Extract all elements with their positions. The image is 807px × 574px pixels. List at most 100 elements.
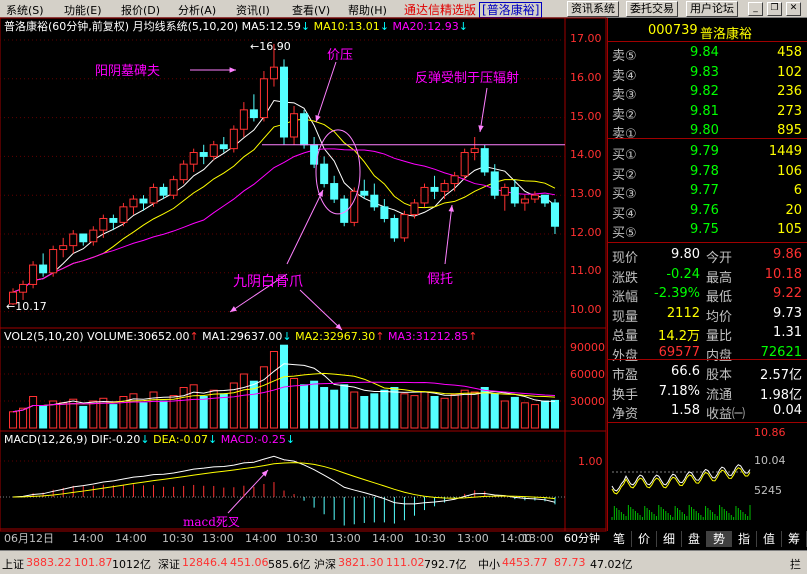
status-bar: 上证 3883.22 101.87 1012亿 深证 12846.4 451.0… (0, 550, 807, 574)
level-price: 9.83 (690, 64, 719, 80)
sz-index-change: 451.06 (230, 556, 269, 569)
volume-bar (139, 402, 148, 429)
stat-label: 现价 (612, 251, 639, 266)
price-tick: 15.00 (570, 110, 602, 123)
quote-tab[interactable]: 盘 (682, 531, 707, 547)
quote-tab[interactable]: 势 (707, 531, 732, 547)
level-price: 9.80 (690, 123, 719, 138)
bid-row[interactable]: 买② 9.78 106 (608, 162, 807, 183)
ask-row[interactable]: 卖③ 9.82 236 (608, 82, 807, 103)
volume-tick: 90000 (570, 341, 605, 354)
volume-bar (219, 393, 228, 429)
bid-row[interactable]: 买⑤ 9.75 105 (608, 220, 807, 241)
candle (330, 183, 339, 200)
candle (480, 148, 489, 173)
candle (370, 194, 379, 208)
stat-row: 净资 1.58 收益㈠ 0.04 (608, 401, 807, 422)
volume-bar (400, 393, 409, 429)
bid-row[interactable]: 买① 9.79 1449 (608, 142, 807, 163)
volume-header: VOL2(5,10,20) VOLUME:30652.00↑ MA1:29637… (4, 330, 478, 343)
stat-value: -0.24 (666, 266, 700, 282)
level-volume: 20 (785, 202, 802, 218)
sh-index-amount: 1012亿 (112, 558, 151, 571)
arrow-fake-support (444, 204, 453, 265)
price-tick: 16.00 (570, 71, 602, 84)
quote-tab[interactable]: 筹 (782, 531, 807, 547)
time-label: 14:00 (115, 532, 147, 545)
annotation-tombstone: 阳阴墓碑夫 (95, 64, 161, 79)
stat-value: 1.58 (671, 403, 700, 418)
candle (49, 249, 58, 274)
stat-value: 9.22 (773, 286, 802, 301)
quote-title: 000739 普洛康裕 (608, 18, 807, 42)
candle (89, 229, 98, 243)
stat-label: 最低 (706, 290, 733, 305)
stat-value: 1.31 (773, 325, 802, 340)
annotation-fake-support: 假托 (427, 272, 454, 287)
annotation-rebound-blocked: 反弹受制于压辐射 (415, 71, 520, 86)
price-tick: 17.00 (570, 32, 602, 45)
volume-bar (470, 391, 479, 429)
quote-tab[interactable]: 笔 (607, 531, 632, 547)
arrow-rebound (479, 87, 488, 133)
low-price-label: ←10.17 (6, 300, 47, 313)
arrow-tombstone-head (229, 67, 236, 73)
annotation-price-pressure: 价压 (327, 48, 354, 63)
stat-row: 涨跌 -0.24 最高 10.18 (608, 265, 807, 286)
stat-label: 换手 (612, 387, 639, 403)
volume-bar (530, 404, 539, 429)
level-volume: 6 (793, 183, 802, 198)
price-tick: 12.00 (570, 226, 602, 239)
volume-bar (59, 402, 68, 429)
zx-index-change: 87.73 (554, 556, 586, 569)
macd-header: MACD(12,26,9) DIF:-0.20↓ DEA:-0.07↓ MACD… (4, 433, 296, 446)
level-label: 买① (612, 148, 637, 163)
volume-bar (380, 389, 389, 429)
candle (520, 198, 529, 204)
stat-label: 现量 (612, 309, 639, 325)
stat-label: 最高 (706, 270, 733, 286)
stat-row: 涨幅 -2.39% 最低 9.22 (608, 284, 807, 305)
ask-row[interactable]: 卖② 9.81 273 (608, 102, 807, 123)
quote-tab[interactable]: 细 (657, 531, 682, 547)
bid-row[interactable]: 买④ 9.76 20 (608, 201, 807, 222)
stat-value: 0.04 (773, 403, 802, 418)
quote-tab[interactable]: 指 (732, 531, 757, 547)
volume-tick: 60000 (570, 368, 605, 381)
quote-tab[interactable]: 价 (632, 531, 657, 547)
ask-row[interactable]: 卖⑤ 9.84 458 (608, 43, 807, 64)
volume-bar (209, 389, 218, 429)
volume-bar (360, 396, 369, 429)
candle (430, 186, 439, 192)
volume-bar (239, 373, 248, 429)
arrow-pressure-head (315, 115, 321, 122)
stat-value: 72621 (760, 344, 802, 360)
candle (460, 152, 469, 177)
level-price: 9.81 (690, 103, 719, 119)
level-volume: 102 (777, 64, 802, 80)
stat-label: 量比 (706, 329, 733, 344)
status-tail: 拦 (790, 558, 801, 571)
volume-bar (350, 391, 359, 429)
time-label: 13:00 (522, 532, 554, 545)
stock-code: 000739 (648, 23, 698, 38)
stat-value: 10.18 (764, 266, 802, 282)
quote-tab[interactable]: 值 (757, 531, 782, 547)
level-price: 9.79 (690, 144, 719, 159)
period-label[interactable]: 60分钟 (564, 532, 600, 546)
annotation-macd-cross: macd死叉 (183, 515, 240, 529)
level-label: 卖③ (612, 88, 637, 103)
macd-dea: DEA:-0.07 (153, 433, 209, 446)
time-label: 14:00 (372, 532, 404, 545)
ask-row[interactable]: 卖④ 9.83 102 (608, 63, 807, 84)
stat-label: 总量 (612, 329, 639, 344)
hs-index-value: 3821.30 (338, 556, 384, 569)
bid-row[interactable]: 买③ 9.77 6 (608, 181, 807, 202)
candle (199, 152, 208, 157)
stat-label: 市盈 (612, 368, 639, 383)
candle (179, 163, 188, 181)
stat-row: 现价 9.80 今开 9.86 (608, 245, 807, 266)
ma10-value: MA10:13.01 (313, 20, 380, 33)
candle (360, 190, 369, 196)
stock-name: 普洛康裕 (700, 27, 753, 42)
